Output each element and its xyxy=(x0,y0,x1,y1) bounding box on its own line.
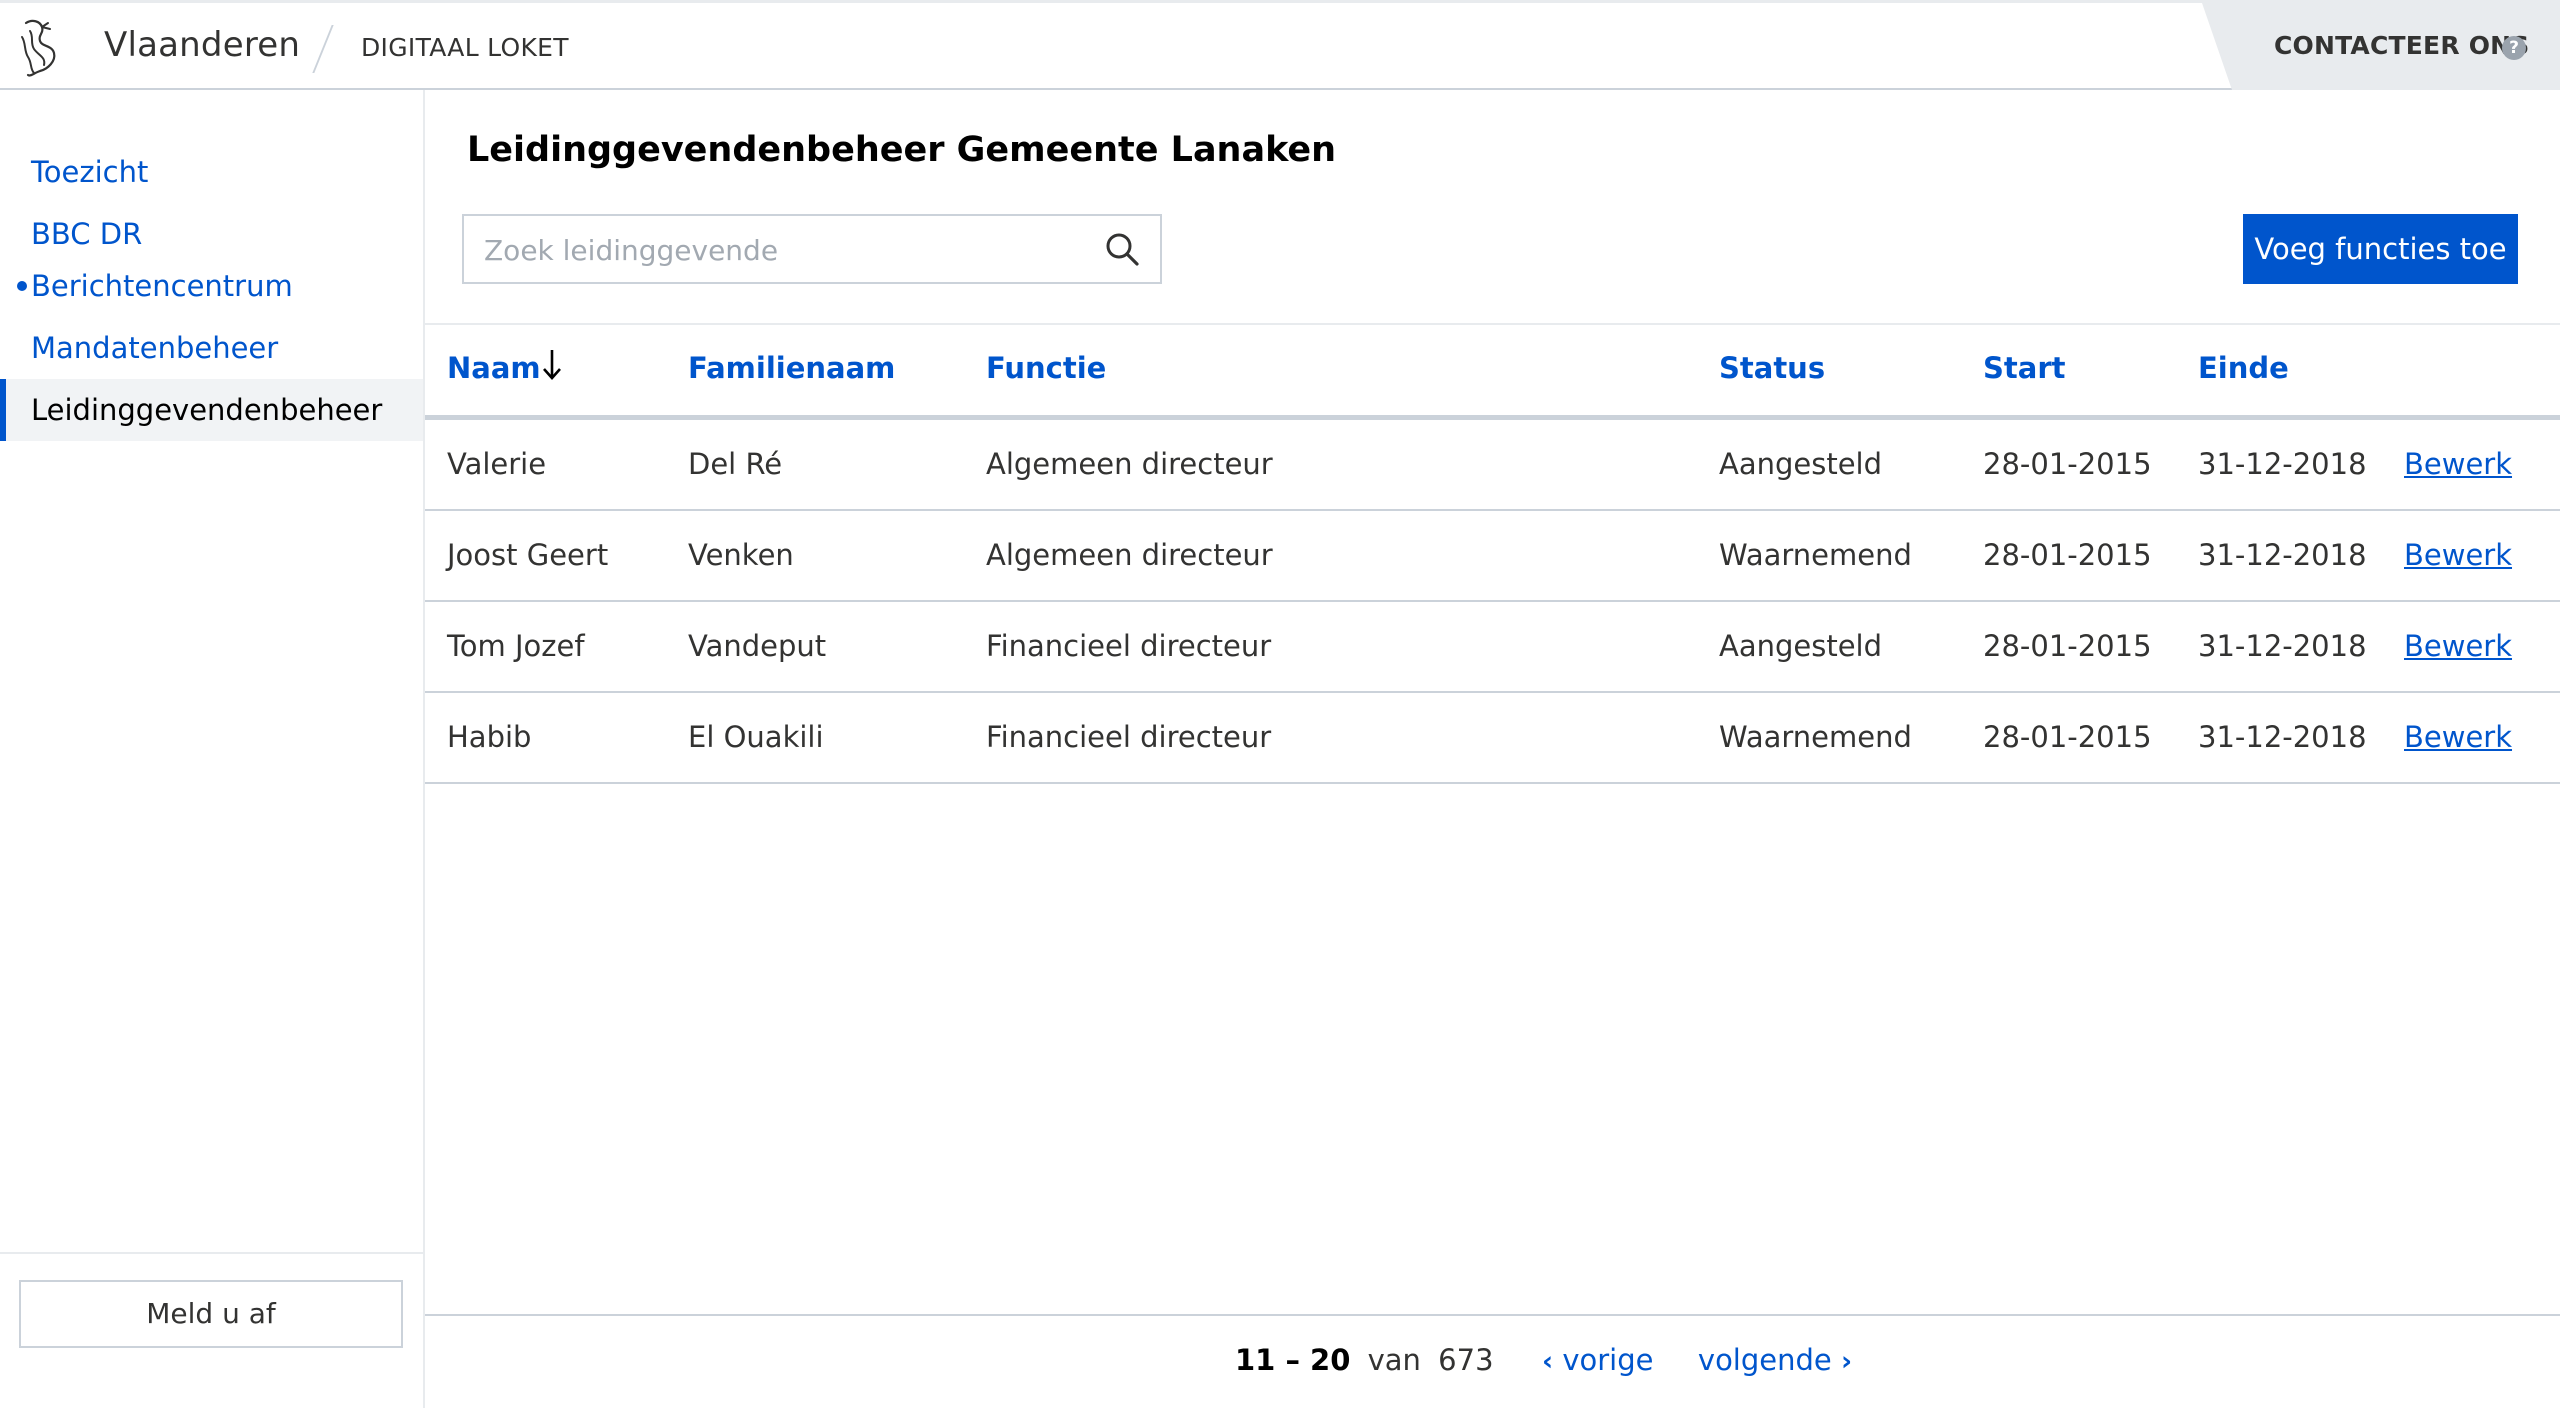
column-header-naam[interactable]: Naam xyxy=(447,351,541,385)
cell-naam: Valerie xyxy=(447,447,547,481)
cell-functie: Financieel directeur xyxy=(986,720,1272,754)
main-content: Leidinggevendenbeheer Gemeente Lanaken V… xyxy=(425,90,2560,1408)
cell-familienaam: Venken xyxy=(688,538,794,572)
cell-familienaam: El Ouakili xyxy=(688,720,824,754)
brand-name[interactable]: Vlaanderen xyxy=(104,25,300,65)
cell-status: Aangesteld xyxy=(1719,447,1883,481)
sidebar-item-berichtencentrum[interactable]: Berichtencentrum xyxy=(0,255,423,317)
cell-naam: Joost Geert xyxy=(447,538,609,572)
contact-label: CONTACTEER ONS xyxy=(2274,31,2530,60)
total-count: 673 xyxy=(1438,1343,1494,1377)
sidebar-item-label: Mandatenbeheer xyxy=(31,331,279,365)
page-title: Leidinggevendenbeheer Gemeente Lanaken xyxy=(467,130,1337,170)
cell-einde: 31-12-2018 xyxy=(2198,538,2367,572)
cell-functie: Algemeen directeur xyxy=(986,447,1273,481)
cell-functie: Algemeen directeur xyxy=(986,538,1273,572)
of-label: van xyxy=(1367,1343,1421,1377)
cell-start: 28-01-2015 xyxy=(1983,720,2152,754)
sidebar-item-label: Toezicht xyxy=(31,155,149,189)
column-header-familienaam[interactable]: Familienaam xyxy=(688,351,895,385)
add-functions-button[interactable]: Voeg functies toe xyxy=(2243,214,2518,284)
cell-einde: 31-12-2018 xyxy=(2198,720,2367,754)
leaders-table: Naam Familienaam Functie Status Start Ei… xyxy=(425,323,2560,784)
table-row: Habib El Ouakili Financieel directeur Wa… xyxy=(425,693,2560,784)
sidebar-item-leidinggevendenbeheer[interactable]: Leidinggevendenbeheer xyxy=(0,379,423,441)
previous-label: vorige xyxy=(1562,1343,1654,1377)
sidebar-item-label: Leidinggevendenbeheer xyxy=(31,393,383,427)
flemish-lion-logo-icon[interactable] xyxy=(18,17,62,79)
next-page-link[interactable]: volgende › xyxy=(1698,1343,1852,1377)
help-icon: ? xyxy=(2502,36,2526,60)
sidebar-item-toezicht[interactable]: Toezicht xyxy=(0,141,423,203)
contact-button[interactable]: CONTACTEER ONS ? xyxy=(2202,3,2560,90)
table-row: Tom Jozef Vandeput Financieel directeur … xyxy=(425,602,2560,693)
search-icon[interactable] xyxy=(1104,231,1140,267)
column-header-start[interactable]: Start xyxy=(1983,351,2065,385)
column-header-status[interactable]: Status xyxy=(1719,351,1825,385)
chevron-left-icon: ‹ xyxy=(1541,1346,1554,1377)
pagination-bar: 11 – 20 van 673 ‹ vorige volgende › xyxy=(425,1314,2560,1408)
next-label: volgende xyxy=(1697,1343,1832,1377)
cell-start: 28-01-2015 xyxy=(1983,538,2152,572)
table-header: Naam Familienaam Functie Status Start Ei… xyxy=(425,325,2560,420)
cell-naam: Habib xyxy=(447,720,532,754)
column-header-einde[interactable]: Einde xyxy=(2198,351,2289,385)
sidebar: Toezicht BBC DR Berichtencentrum Mandate… xyxy=(0,90,425,1408)
header-divider xyxy=(312,25,334,73)
cell-start: 28-01-2015 xyxy=(1983,447,2152,481)
cell-status: Aangesteld xyxy=(1719,629,1883,663)
cell-familienaam: Del Ré xyxy=(688,447,783,481)
sidebar-item-label: BBC DR xyxy=(31,217,143,251)
previous-page-link[interactable]: ‹ vorige xyxy=(1542,1343,1663,1377)
cell-einde: 31-12-2018 xyxy=(2198,629,2367,663)
cell-status: Waarnemend xyxy=(1719,538,1912,572)
cell-naam: Tom Jozef xyxy=(447,629,585,663)
edit-link[interactable]: Bewerk xyxy=(2404,720,2512,754)
table-row: Valerie Del Ré Algemeen directeur Aanges… xyxy=(425,420,2560,511)
edit-link[interactable]: Bewerk xyxy=(2404,447,2512,481)
table-row: Joost Geert Venken Algemeen directeur Wa… xyxy=(425,511,2560,602)
search-box[interactable] xyxy=(462,214,1162,284)
column-header-functie[interactable]: Functie xyxy=(986,351,1106,385)
cell-functie: Financieel directeur xyxy=(986,629,1272,663)
sidebar-item-label: Berichtencentrum xyxy=(31,269,293,303)
unread-dot-icon xyxy=(17,281,27,291)
page-range: 11 – 20 xyxy=(1235,1343,1351,1377)
cell-einde: 31-12-2018 xyxy=(2198,447,2367,481)
edit-link[interactable]: Bewerk xyxy=(2404,538,2512,572)
top-header: Vlaanderen DIGITAAL LOKET CONTACTEER ONS… xyxy=(0,0,2560,90)
sort-down-arrow-icon[interactable] xyxy=(541,347,563,381)
logout-section: Meld u af xyxy=(0,1252,423,1408)
chevron-right-icon: › xyxy=(1840,1346,1853,1377)
logout-button[interactable]: Meld u af xyxy=(19,1280,403,1348)
edit-link[interactable]: Bewerk xyxy=(2404,629,2512,663)
search-input[interactable] xyxy=(464,216,1086,284)
cell-start: 28-01-2015 xyxy=(1983,629,2152,663)
cell-status: Waarnemend xyxy=(1719,720,1912,754)
cell-familienaam: Vandeput xyxy=(688,629,827,663)
pagination: 11 – 20 van 673 ‹ vorige volgende › xyxy=(1235,1343,1852,1377)
app-name[interactable]: DIGITAAL LOKET xyxy=(361,33,569,62)
sidebar-item-mandatenbeheer[interactable]: Mandatenbeheer xyxy=(0,317,423,379)
